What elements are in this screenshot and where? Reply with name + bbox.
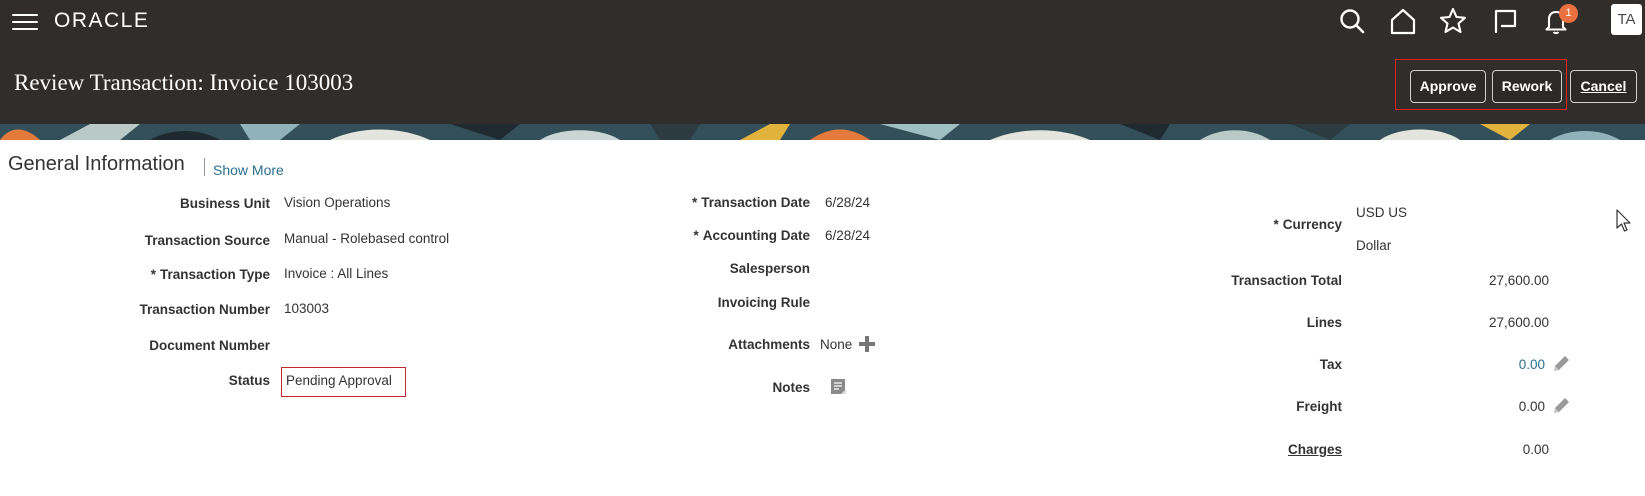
transaction-number-value: 103003: [284, 301, 330, 316]
flag-icon[interactable]: [1490, 6, 1520, 36]
decorative-banner: [0, 124, 1645, 140]
title-divider: [204, 158, 205, 176]
rework-button[interactable]: Rework: [1492, 70, 1562, 103]
notification-badge: 1: [1559, 4, 1578, 23]
tax-label: Tax: [1319, 357, 1342, 372]
required-marker: *: [150, 267, 156, 282]
edit-tax-pencil-icon[interactable]: [1551, 354, 1571, 374]
transaction-total-value: 27,600.00: [1488, 273, 1549, 288]
attachments-value: None: [820, 337, 853, 352]
transaction-total-label: Transaction Total: [1231, 273, 1342, 288]
business-unit-label: Business Unit: [179, 196, 270, 211]
approve-button[interactable]: Approve: [1410, 70, 1486, 103]
freight-label: Freight: [1296, 399, 1342, 414]
status-label: Status: [228, 373, 270, 388]
status-value: Pending Approval: [286, 373, 392, 388]
transaction-type-label-row: * Transaction Type: [151, 267, 270, 282]
required-marker: *: [693, 228, 699, 243]
show-more-link[interactable]: Show More: [213, 162, 284, 178]
transaction-date-label: Transaction Date: [701, 195, 810, 210]
transaction-date-label-row: * Transaction Date: [692, 195, 810, 210]
add-attachment-icon[interactable]: [859, 336, 875, 352]
notes-icon[interactable]: [830, 378, 847, 395]
page-title: Review Transaction: Invoice 103003: [14, 70, 354, 95]
notes-label: Notes: [772, 380, 810, 395]
currency-value-line2: Dollar: [1356, 238, 1392, 253]
section-title: General Information: [8, 153, 185, 175]
transaction-source-label: Transaction Source: [144, 233, 270, 248]
accounting-date-value: 6/28/24: [825, 228, 871, 243]
tax-value[interactable]: 0.00: [1519, 357, 1545, 372]
accounting-date-label-row: * Accounting Date: [693, 228, 810, 243]
currency-label: Currency: [1282, 217, 1342, 232]
transaction-date-value: 6/28/24: [825, 195, 871, 210]
transaction-number-label: Transaction Number: [139, 302, 270, 317]
currency-value-line1: USD US: [1356, 205, 1408, 220]
oracle-logo: ORACLE: [54, 9, 150, 32]
header-bar: ORACLE 1 TA Review Transaction: Invoice …: [0, 0, 1645, 124]
user-avatar[interactable]: TA: [1611, 4, 1642, 35]
transaction-type-value: Invoice : All Lines: [284, 266, 389, 281]
mouse-cursor-icon: [1616, 209, 1634, 233]
cancel-button[interactable]: Cancel: [1570, 70, 1637, 103]
attachments-label: Attachments: [728, 337, 810, 352]
menu-icon[interactable]: [12, 10, 38, 32]
accounting-date-label: Accounting Date: [702, 228, 810, 243]
lines-value: 27,600.00: [1488, 315, 1549, 330]
lines-label: Lines: [1306, 315, 1342, 330]
transaction-type-label: Transaction Type: [159, 267, 270, 282]
edit-freight-pencil-icon[interactable]: [1551, 396, 1571, 416]
star-icon[interactable]: [1438, 6, 1468, 36]
search-icon[interactable]: [1337, 6, 1367, 36]
freight-value: 0.00: [1518, 399, 1545, 414]
invoicing-rule-label: Invoicing Rule: [717, 295, 810, 310]
transaction-source-value: Manual - Rolebased control: [284, 231, 450, 246]
charges-value: 0.00: [1522, 442, 1549, 457]
required-marker: *: [691, 195, 698, 210]
salesperson-label: Salesperson: [729, 261, 810, 276]
document-number-label: Document Number: [149, 338, 270, 353]
currency-label-row: * Currency: [1273, 217, 1342, 232]
home-icon[interactable]: [1388, 6, 1418, 36]
business-unit-value: Vision Operations: [284, 195, 391, 210]
charges-label[interactable]: Charges: [1288, 442, 1342, 457]
required-marker: *: [1273, 217, 1279, 232]
